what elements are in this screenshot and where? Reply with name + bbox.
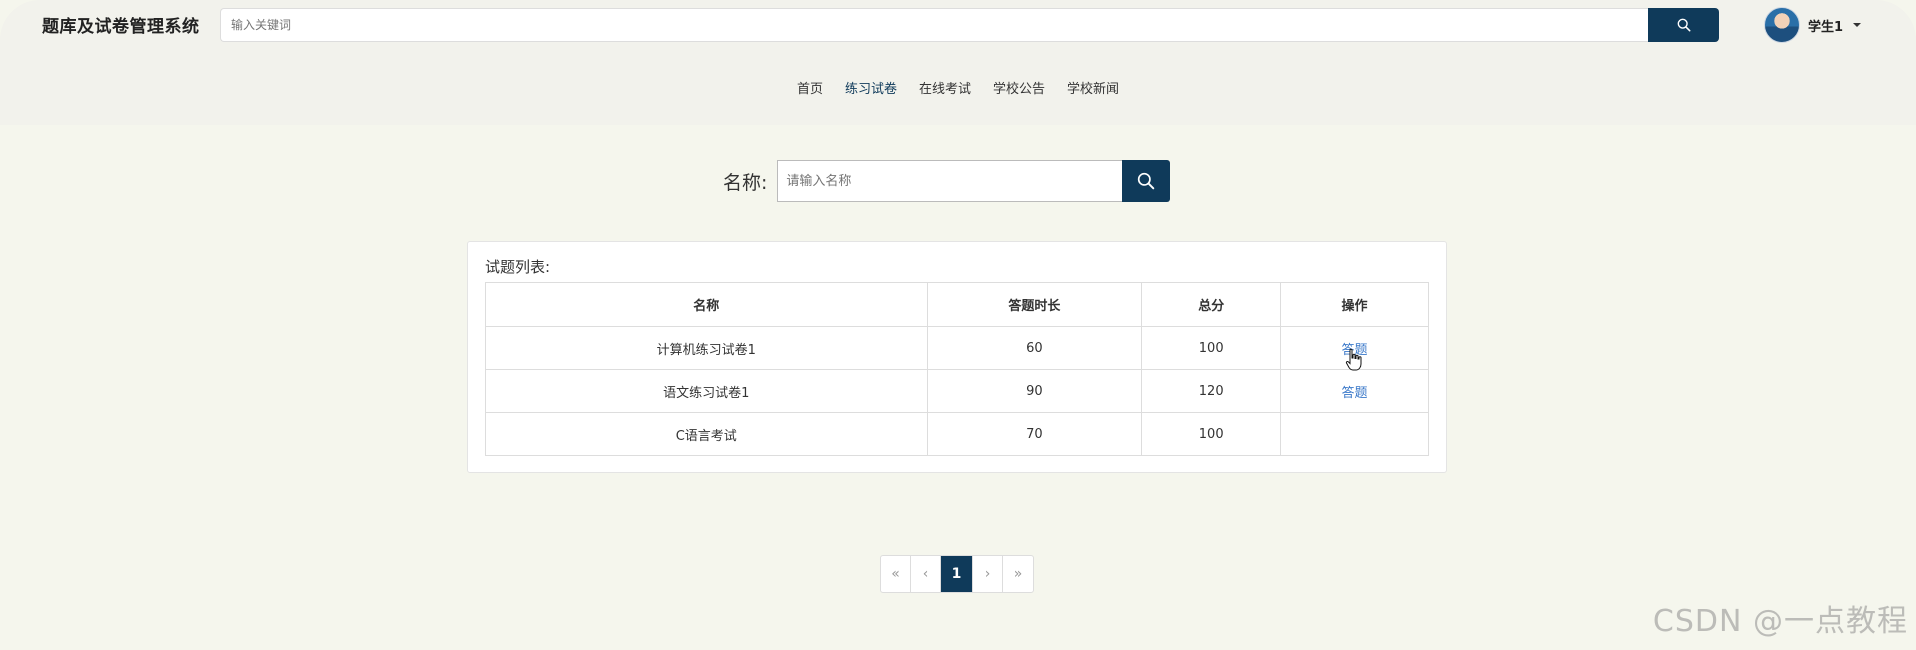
watermark: CSDN @一点教程 bbox=[1652, 604, 1908, 639]
cell-score: 120 bbox=[1141, 369, 1282, 413]
cell-name: 计算机练习试卷1 bbox=[485, 326, 928, 370]
column-header-duration: 答题时长 bbox=[926, 282, 1143, 327]
header: 题库及试卷管理系统 学生1 首页 练习试卷 在线考试 学校公告 学校新闻 bbox=[0, 0, 1916, 125]
name-filter: 名称: bbox=[723, 160, 1171, 202]
cell-score: 100 bbox=[1141, 412, 1282, 456]
hand-cursor-icon bbox=[1345, 348, 1362, 371]
filter-label: 名称: bbox=[723, 171, 768, 194]
paper-list-card: 试题列表: 名称 答题时长 总分 操作 计算机练习试卷1 60 100 答题 语… bbox=[467, 241, 1447, 473]
paper-table: 名称 答题时长 总分 操作 计算机练习试卷1 60 100 答题 语文练习试卷1… bbox=[485, 282, 1429, 456]
pager-page-current[interactable]: 1 bbox=[941, 556, 973, 592]
table-row: 语文练习试卷1 90 120 答题 bbox=[485, 369, 1429, 413]
user-menu[interactable]: 学生1 bbox=[1764, 7, 1862, 43]
avatar bbox=[1764, 7, 1800, 43]
nav-item-home[interactable]: 首页 bbox=[797, 78, 823, 97]
search-icon bbox=[1138, 172, 1155, 190]
table-row: C语言考试 70 100 bbox=[485, 412, 1429, 456]
search-icon bbox=[1677, 18, 1690, 32]
nav-item-exam[interactable]: 在线考试 bbox=[919, 78, 971, 97]
top-search bbox=[220, 8, 1720, 42]
nav-item-news[interactable]: 学校新闻 bbox=[1067, 78, 1119, 97]
cell-name: C语言考试 bbox=[485, 412, 928, 456]
name-search-input[interactable] bbox=[777, 160, 1123, 202]
name-search-button[interactable] bbox=[1122, 160, 1171, 202]
cell-duration: 70 bbox=[926, 412, 1143, 456]
top-search-button[interactable] bbox=[1648, 8, 1719, 42]
nav-item-practice[interactable]: 练习试卷 bbox=[845, 78, 897, 97]
answer-link[interactable]: 答题 bbox=[1342, 386, 1368, 401]
list-title: 试题列表: bbox=[485, 258, 551, 276]
page: 题库及试卷管理系统 学生1 首页 练习试卷 在线考试 学校公告 学校新闻 名称: bbox=[0, 0, 1916, 650]
table-header-row: 名称 答题时长 总分 操作 bbox=[485, 282, 1429, 327]
pagination: « ‹ 1 › » bbox=[880, 555, 1034, 593]
column-header-action: 操作 bbox=[1280, 282, 1429, 327]
cell-score: 100 bbox=[1141, 326, 1282, 370]
pager-first-button[interactable]: « bbox=[881, 556, 911, 592]
cell-action: 答题 bbox=[1280, 369, 1429, 413]
main-nav: 首页 练习试卷 在线考试 学校公告 学校新闻 bbox=[0, 78, 1916, 97]
cell-duration: 60 bbox=[926, 326, 1143, 370]
pager-last-button[interactable]: » bbox=[1003, 556, 1033, 592]
column-header-score: 总分 bbox=[1141, 282, 1282, 327]
brand-title: 题库及试卷管理系统 bbox=[42, 17, 200, 37]
cell-name: 语文练习试卷1 bbox=[485, 369, 928, 413]
table-row: 计算机练习试卷1 60 100 答题 bbox=[485, 326, 1429, 370]
top-search-input[interactable] bbox=[220, 8, 1648, 42]
column-header-name: 名称 bbox=[485, 282, 928, 327]
pager-next-button[interactable]: › bbox=[973, 556, 1003, 592]
nav-item-notice[interactable]: 学校公告 bbox=[993, 78, 1045, 97]
chevron-down-icon bbox=[1853, 23, 1862, 27]
cell-duration: 90 bbox=[926, 369, 1143, 413]
pager-prev-button[interactable]: ‹ bbox=[911, 556, 941, 592]
user-name: 学生1 bbox=[1808, 19, 1844, 35]
cell-action bbox=[1280, 412, 1429, 456]
